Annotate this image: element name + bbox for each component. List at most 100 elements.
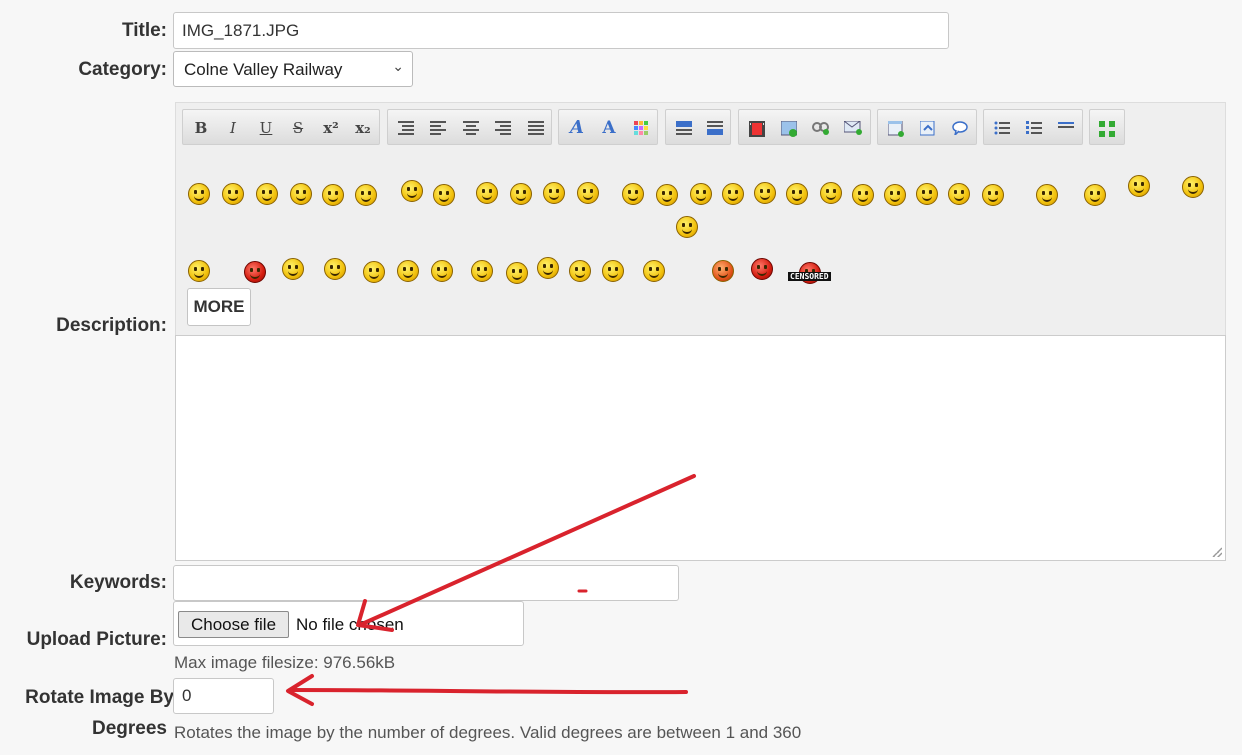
smiley-icon[interactable] xyxy=(722,183,744,205)
rotate-label-line2: Degrees xyxy=(92,718,167,739)
toolbar-group-fullscreen xyxy=(1089,109,1125,145)
rotate-label-line1: Rotate Image By xyxy=(25,687,174,708)
smiley-icon[interactable] xyxy=(577,182,599,204)
fullscreen-icon[interactable] xyxy=(1095,116,1119,140)
smiley-icon[interactable] xyxy=(401,180,423,202)
description-label: Description: xyxy=(56,315,167,336)
italic-icon[interactable]: I xyxy=(221,116,245,140)
horizontal-rule-icon[interactable] xyxy=(1054,116,1078,140)
smiley-icon[interactable] xyxy=(476,182,498,204)
title-input[interactable] xyxy=(173,12,949,49)
category-label: Category: xyxy=(78,59,167,80)
toolbar-group-lists xyxy=(983,109,1083,145)
quote-icon[interactable] xyxy=(672,116,696,140)
file-status-text: No file chosen xyxy=(296,615,404,634)
subscript-icon[interactable]: x₂ xyxy=(351,116,375,140)
smiley-icon[interactable] xyxy=(690,183,712,205)
underline-icon[interactable]: U xyxy=(254,116,278,140)
smiley-icon[interactable] xyxy=(282,258,304,280)
smiley-icon[interactable] xyxy=(222,183,244,205)
toolbar-group-format: B I U S x² x₂ xyxy=(182,109,380,145)
smiley-icon[interactable] xyxy=(433,184,455,206)
rotate-degrees-input[interactable] xyxy=(173,678,274,714)
smiley-icon[interactable] xyxy=(948,183,970,205)
smiley-icon[interactable] xyxy=(1084,184,1106,206)
smiley-icon[interactable] xyxy=(188,183,210,205)
smiley-icon[interactable] xyxy=(916,183,938,205)
align-left-icon[interactable] xyxy=(426,116,450,140)
smiley-icon[interactable] xyxy=(622,183,644,205)
smiley-icon[interactable] xyxy=(569,260,591,282)
strike-icon[interactable]: S xyxy=(286,116,310,140)
smiley-icon[interactable] xyxy=(602,260,624,282)
smiley-icon[interactable] xyxy=(656,184,678,206)
category-select[interactable]: Colne Valley Railway ⌄ xyxy=(173,51,413,87)
toolbar-group-font: A A xyxy=(558,109,658,145)
smiley-icon[interactable] xyxy=(982,184,1004,206)
code-icon[interactable] xyxy=(703,116,727,140)
outdent-icon[interactable] xyxy=(394,116,418,140)
superscript-icon[interactable]: x² xyxy=(319,116,343,140)
description-textarea[interactable] xyxy=(175,335,1226,561)
image-icon[interactable] xyxy=(777,116,801,140)
smiley-icon[interactable] xyxy=(188,260,210,282)
toolbar-group-block xyxy=(665,109,731,145)
keywords-input[interactable] xyxy=(173,565,679,601)
smiley-icon[interactable] xyxy=(1128,175,1150,197)
smiley-icon[interactable] xyxy=(355,184,377,206)
font-icon[interactable]: A xyxy=(565,116,589,140)
align-right-icon[interactable] xyxy=(491,116,515,140)
toolbar-group-align xyxy=(387,109,552,145)
smiley-icon[interactable] xyxy=(754,182,776,204)
color-icon[interactable] xyxy=(629,116,653,140)
arrow-to-rotate-input xyxy=(286,674,688,706)
video-icon[interactable] xyxy=(745,116,769,140)
smiley-icon[interactable] xyxy=(537,257,559,279)
chevron-down-icon: ⌄ xyxy=(392,58,404,74)
toolbar-group-media xyxy=(738,109,871,145)
smiley-icon[interactable] xyxy=(471,260,493,282)
rotate-help-text: Rotates the image by the number of degre… xyxy=(174,723,802,742)
title-label: Title: xyxy=(121,20,167,41)
email-icon[interactable] xyxy=(841,116,865,140)
align-center-icon[interactable] xyxy=(459,116,483,140)
list-icon[interactable] xyxy=(990,116,1014,140)
smiley-icon[interactable] xyxy=(397,260,419,282)
smiley-icon[interactable] xyxy=(506,262,528,284)
ordered-list-icon[interactable] xyxy=(1022,116,1046,140)
smiley-icon[interactable] xyxy=(322,184,344,206)
link-icon[interactable] xyxy=(809,116,833,140)
comment-icon[interactable] xyxy=(948,116,972,140)
max-filesize-text: Max image filesize: 976.56kB xyxy=(174,653,396,672)
bold-icon[interactable]: B xyxy=(189,116,213,140)
smiley-icon[interactable] xyxy=(543,182,565,204)
smiley-icon[interactable] xyxy=(290,183,312,205)
smiley-icon[interactable] xyxy=(751,258,773,280)
smiley-icon[interactable] xyxy=(820,182,842,204)
smiley-icon[interactable] xyxy=(244,261,266,283)
resize-grip-icon[interactable] xyxy=(1212,547,1222,557)
smiley-icon[interactable] xyxy=(431,260,453,282)
source-icon[interactable] xyxy=(916,116,940,140)
table-icon[interactable] xyxy=(884,116,908,140)
smiley-icon[interactable] xyxy=(676,216,698,238)
font-size-icon[interactable]: A xyxy=(597,116,621,140)
upload-picture-label: Upload Picture: xyxy=(26,629,167,650)
smiley-icon[interactable] xyxy=(510,183,532,205)
smiley-icon[interactable] xyxy=(884,184,906,206)
smiley-icon[interactable] xyxy=(1182,176,1204,198)
toolbar-group-insert xyxy=(877,109,977,145)
smiley-icon[interactable] xyxy=(363,261,385,283)
smiley-icon[interactable] xyxy=(643,260,665,282)
smiley-icon[interactable] xyxy=(786,183,808,205)
more-smileys-button[interactable]: MORE xyxy=(187,288,251,326)
file-input[interactable]: Choose file No file chosen xyxy=(173,601,524,646)
smiley-icon[interactable] xyxy=(1036,184,1058,206)
smiley-icon[interactable] xyxy=(256,183,278,205)
smiley-icon[interactable] xyxy=(852,184,874,206)
choose-file-button[interactable]: Choose file xyxy=(178,611,289,638)
smiley-icon[interactable] xyxy=(712,260,734,282)
justify-icon[interactable] xyxy=(524,116,548,140)
smiley-icon[interactable] xyxy=(324,258,346,280)
censored-text: CENSORED xyxy=(788,272,831,281)
